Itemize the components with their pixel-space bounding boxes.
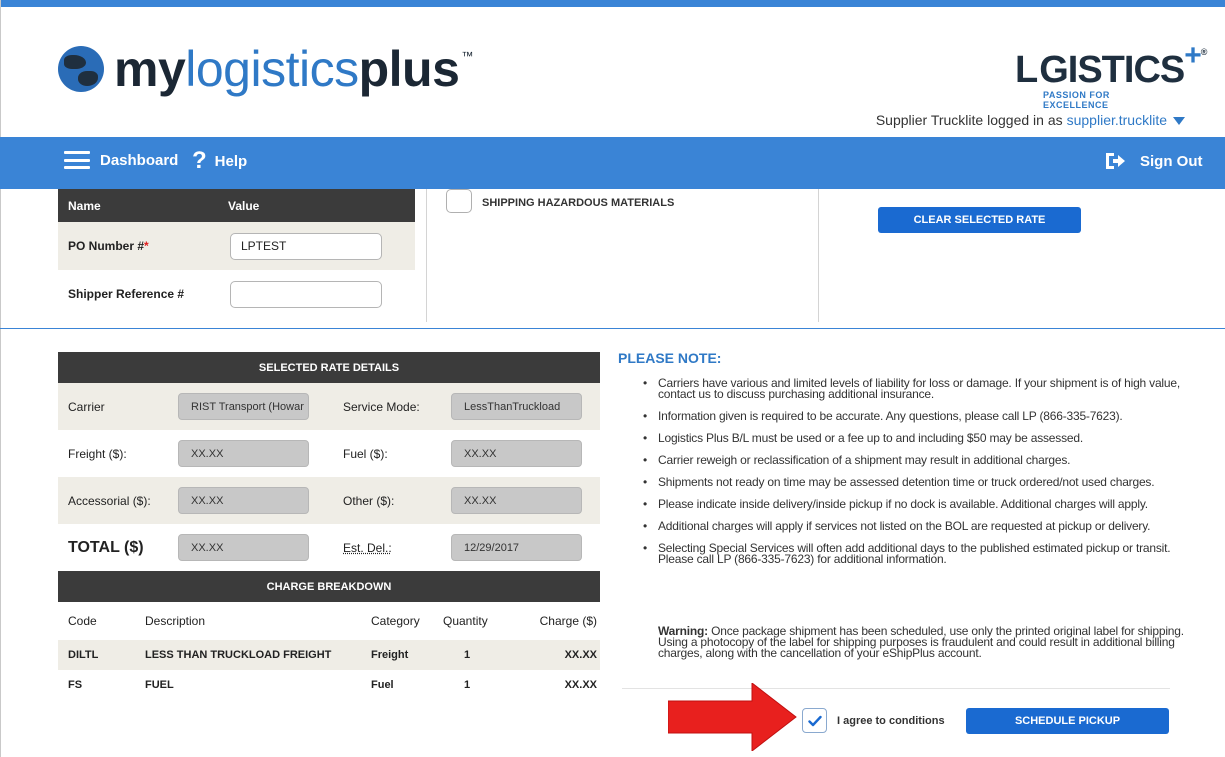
column-divider — [818, 189, 819, 322]
charge-category: Freight — [371, 649, 409, 661]
col-name-header: Name — [68, 198, 101, 213]
list-item: Carriers have various and limited levels… — [640, 377, 1200, 400]
sign-out-label: Sign Out — [1140, 152, 1203, 170]
frame-border — [0, 0, 1, 757]
rate-row-accessorial: Accessorial ($): XX.XX Other ($): XX.XX — [58, 477, 600, 524]
charge-description: FUEL — [145, 679, 174, 691]
schedule-pickup-button[interactable]: SCHEDULE PICKUP — [966, 708, 1169, 734]
po-number-label: PO Number #* — [68, 239, 149, 253]
nav-help[interactable]: ? Help — [192, 147, 248, 174]
col-quantity-header: Quantity — [443, 614, 488, 628]
total-label: TOTAL ($) — [68, 538, 144, 556]
carrier-label: Carrier — [68, 399, 105, 414]
charge-amount: XX.XX — [564, 679, 597, 691]
charge-amount: XX.XX — [564, 649, 597, 661]
rate-row-total: TOTAL ($) XX.XX Est. Del.: 12/29/2017 — [58, 524, 600, 571]
est-delivery-label: Est. Del.: — [343, 540, 392, 555]
charge-quantity: 1 — [464, 679, 471, 691]
sign-out-button[interactable]: Sign Out — [1104, 151, 1203, 171]
red-arrow-annotation — [668, 683, 797, 751]
warning-body: Once package shipment has been scheduled… — [658, 624, 1184, 660]
table-row: FS FUEL Fuel 1 XX.XX — [58, 670, 600, 700]
clear-selected-rate-button[interactable]: CLEAR SELECTED RATE — [878, 207, 1081, 233]
brand-tagline: PASSION FOR EXCELLENCE — [1043, 90, 1110, 110]
fuel-field: XX.XX — [451, 440, 582, 467]
agree-conditions-checkbox[interactable] — [802, 708, 827, 733]
agree-conditions-label: I agree to conditions — [837, 715, 945, 727]
reference-row-shipper: Shipper Reference # — [58, 270, 415, 318]
col-charge-header: Charge ($) — [539, 614, 597, 628]
col-category-header: Category — [371, 614, 420, 628]
note-list: Carriers have various and limited levels… — [640, 377, 1200, 576]
top-accent-strip — [0, 0, 1225, 7]
rate-details-header: SELECTED RATE DETAILS — [58, 352, 600, 383]
total-field: XX.XX — [178, 534, 309, 561]
shipper-reference-label: Shipper Reference # — [68, 287, 185, 301]
selected-rate-details-panel: SELECTED RATE DETAILS Carrier RIST Trans… — [58, 352, 600, 700]
list-item: Shipments not ready on time may be asses… — [640, 476, 1200, 488]
please-note-heading: PLEASE NOTE: — [618, 350, 722, 366]
sign-out-icon — [1106, 153, 1125, 169]
list-item: Information given is required to be accu… — [640, 410, 1200, 422]
references-section: Name Value PO Number #* Shipper Referenc… — [0, 189, 1225, 329]
reference-table-header: Name Value — [58, 189, 415, 222]
service-mode-label: Service Mode: — [343, 399, 420, 414]
logo-wordmark: mylogisticsplus ™ — [114, 41, 473, 97]
fuel-label: Fuel ($): — [343, 446, 388, 461]
user-account-link[interactable]: supplier.trucklite — [1067, 112, 1167, 128]
hamburger-menu-icon[interactable] — [64, 151, 90, 169]
shipper-reference-input[interactable] — [230, 280, 382, 308]
user-info: Supplier Trucklite logged in as supplier… — [876, 112, 1185, 128]
col-value-header: Value — [228, 198, 260, 213]
est-delivery-field: 12/29/2017 — [451, 534, 582, 561]
charge-quantity: 1 — [464, 649, 471, 661]
checkmark-icon — [807, 715, 822, 726]
required-marker: * — [144, 239, 149, 253]
accessorial-field: XX.XX — [178, 487, 309, 514]
nav-dashboard[interactable]: Dashboard — [64, 151, 178, 169]
service-mode-field: LessThanTruckload — [451, 393, 582, 420]
column-divider — [426, 189, 427, 322]
chevron-down-icon[interactable] — [1173, 117, 1185, 125]
hazardous-materials-checkbox[interactable] — [446, 189, 472, 213]
list-item: Selecting Special Services will often ad… — [640, 542, 1200, 565]
reference-table: Name Value PO Number #* Shipper Referenc… — [58, 189, 415, 318]
po-number-input[interactable] — [230, 232, 382, 260]
list-item: Additional charges will apply if service… — [640, 520, 1200, 532]
other-field: XX.XX — [451, 487, 582, 514]
table-row: DILTL LESS THAN TRUCKLOAD FREIGHT Freigh… — [58, 640, 600, 670]
logistics-plus-brand-logo: L GISTICS + ® PASSION FOR EXCELLENCE — [1015, 39, 1207, 110]
charge-table-header: Code Description Category Quantity Charg… — [58, 602, 600, 640]
accessorial-label: Accessorial ($): — [68, 493, 151, 508]
nav-help-label: Help — [214, 152, 248, 170]
col-description-header: Description — [145, 614, 206, 628]
main-navbar: Dashboard ? Help Sign Out — [0, 137, 1225, 189]
charge-description: LESS THAN TRUCKLOAD FREIGHT — [145, 649, 332, 661]
charge-code: DILTL — [68, 649, 99, 661]
rate-row-carrier: Carrier RIST Transport (Howar Service Mo… — [58, 383, 600, 430]
user-status-text: Supplier Trucklite logged in as — [875, 112, 1063, 128]
warning-text: Warning: Once package shipment has been … — [658, 624, 1203, 660]
col-code-header: Code — [68, 614, 97, 628]
mylogisticsplus-logo[interactable]: mylogisticsplus ™ — [58, 44, 473, 94]
brand-wordmark: L GISTICS + ® — [1015, 39, 1207, 91]
question-mark-icon: ? — [192, 147, 207, 174]
other-label: Other ($): — [343, 493, 395, 508]
carrier-field: RIST Transport (Howar — [178, 393, 309, 420]
globe-icon — [58, 46, 104, 92]
charge-breakdown-header: CHARGE BREAKDOWN — [58, 571, 600, 602]
nav-dashboard-label: Dashboard — [100, 151, 179, 169]
freight-label: Freight ($): — [68, 446, 127, 461]
rate-row-freight: Freight ($): XX.XX Fuel ($): XX.XX — [58, 430, 600, 477]
charge-code: FS — [68, 679, 83, 691]
freight-field: XX.XX — [178, 440, 309, 467]
list-item: Please indicate inside delivery/inside p… — [640, 498, 1200, 510]
list-item: Carrier reweigh or reclassification of a… — [640, 454, 1200, 466]
hazardous-materials-label: SHIPPING HAZARDOUS MATERIALS — [482, 197, 675, 209]
reference-row-po: PO Number #* — [58, 222, 415, 270]
charge-category: Fuel — [371, 679, 394, 691]
list-item: Logistics Plus B/L must be used or a fee… — [640, 432, 1200, 444]
